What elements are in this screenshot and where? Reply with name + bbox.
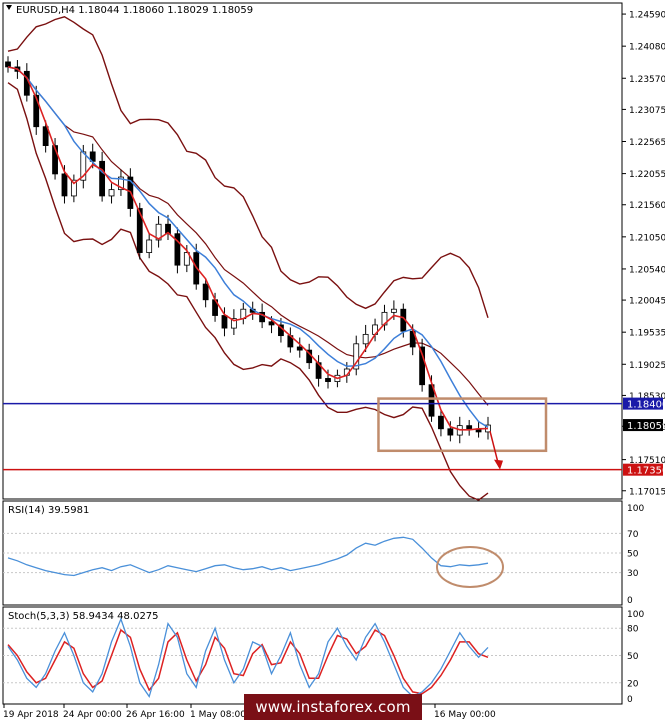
candle-body xyxy=(296,346,303,351)
time-tick-label: 26 Apr 16:00 xyxy=(126,710,185,720)
symbol-header: EURUSD,H4 1.18044 1.18060 1.18029 1.1805… xyxy=(16,5,253,16)
candle-body xyxy=(447,428,454,436)
red-line-tag: 1.17350 xyxy=(627,466,665,477)
price-tick-label: 1.20540 xyxy=(629,265,665,275)
candle-body xyxy=(438,415,444,430)
time-tick-label: 16 May 00:00 xyxy=(434,710,496,720)
stoch-label: Stoch(5,3,3) 58.9434 48.0275 xyxy=(8,611,159,622)
rsi-level-label: 0 xyxy=(627,596,633,606)
price-tick-label: 1.23570 xyxy=(629,75,665,85)
price-tick-label: 1.19535 xyxy=(629,329,665,339)
price-tick-label: 1.21050 xyxy=(629,233,665,243)
chart-window: 1.24590 1.24080 1.23570 1.23075 1.22565 1.220… xyxy=(0,0,665,723)
time-tick-label: 24 Apr 00:00 xyxy=(63,710,122,720)
candle-body xyxy=(466,425,473,430)
price-tick-label: 1.19025 xyxy=(629,361,665,371)
candle-body xyxy=(390,308,397,313)
stoch-level-label: 80 xyxy=(627,625,639,635)
rsi-label: RSI(14) 39.5981 xyxy=(8,505,89,516)
stoch-level-label: 0 xyxy=(627,695,633,705)
candle-body xyxy=(221,315,228,329)
rsi-level-label: 100 xyxy=(627,504,644,514)
stoch-level-label: 20 xyxy=(627,679,639,689)
price-tick-label: 1.22565 xyxy=(629,138,665,148)
price-tick-label: 1.21560 xyxy=(629,201,665,211)
candle-body xyxy=(5,61,11,68)
price-tick-label: 1.24590 xyxy=(629,11,665,21)
time-tick-label: 1 May 08:00 xyxy=(190,710,246,720)
candle-body xyxy=(325,378,331,382)
candle-body xyxy=(99,160,106,197)
rsi-level-label: 50 xyxy=(627,550,639,560)
rsi-level-label: 30 xyxy=(627,569,639,579)
rsi-level-label: 70 xyxy=(627,530,639,540)
candle-body xyxy=(268,321,275,326)
candle-body xyxy=(61,173,68,197)
price-tick-label: 1.24080 xyxy=(629,43,665,53)
watermark: www.instaforex.com xyxy=(244,694,422,720)
blue-line-tag: 1.18400 xyxy=(627,400,665,411)
time-tick-label: 19 Apr 2018 xyxy=(3,710,59,720)
price-tick-label: 1.17015 xyxy=(629,487,665,497)
candle-body xyxy=(146,239,153,253)
current-price-tag: 1.18059 xyxy=(627,421,665,432)
stoch-level-label: 50 xyxy=(627,652,639,662)
chart-canvas: 1.24590 1.24080 1.23570 1.23075 1.22565 1.220… xyxy=(0,0,665,723)
candle-body xyxy=(108,189,115,197)
candle-body xyxy=(362,333,369,345)
candle-body xyxy=(202,283,209,301)
price-tick-label: 1.23075 xyxy=(629,106,665,116)
stoch-level-label: 100 xyxy=(627,610,644,620)
price-tick-label: 1.20045 xyxy=(629,297,665,307)
price-tick-label: 1.22055 xyxy=(629,170,665,180)
